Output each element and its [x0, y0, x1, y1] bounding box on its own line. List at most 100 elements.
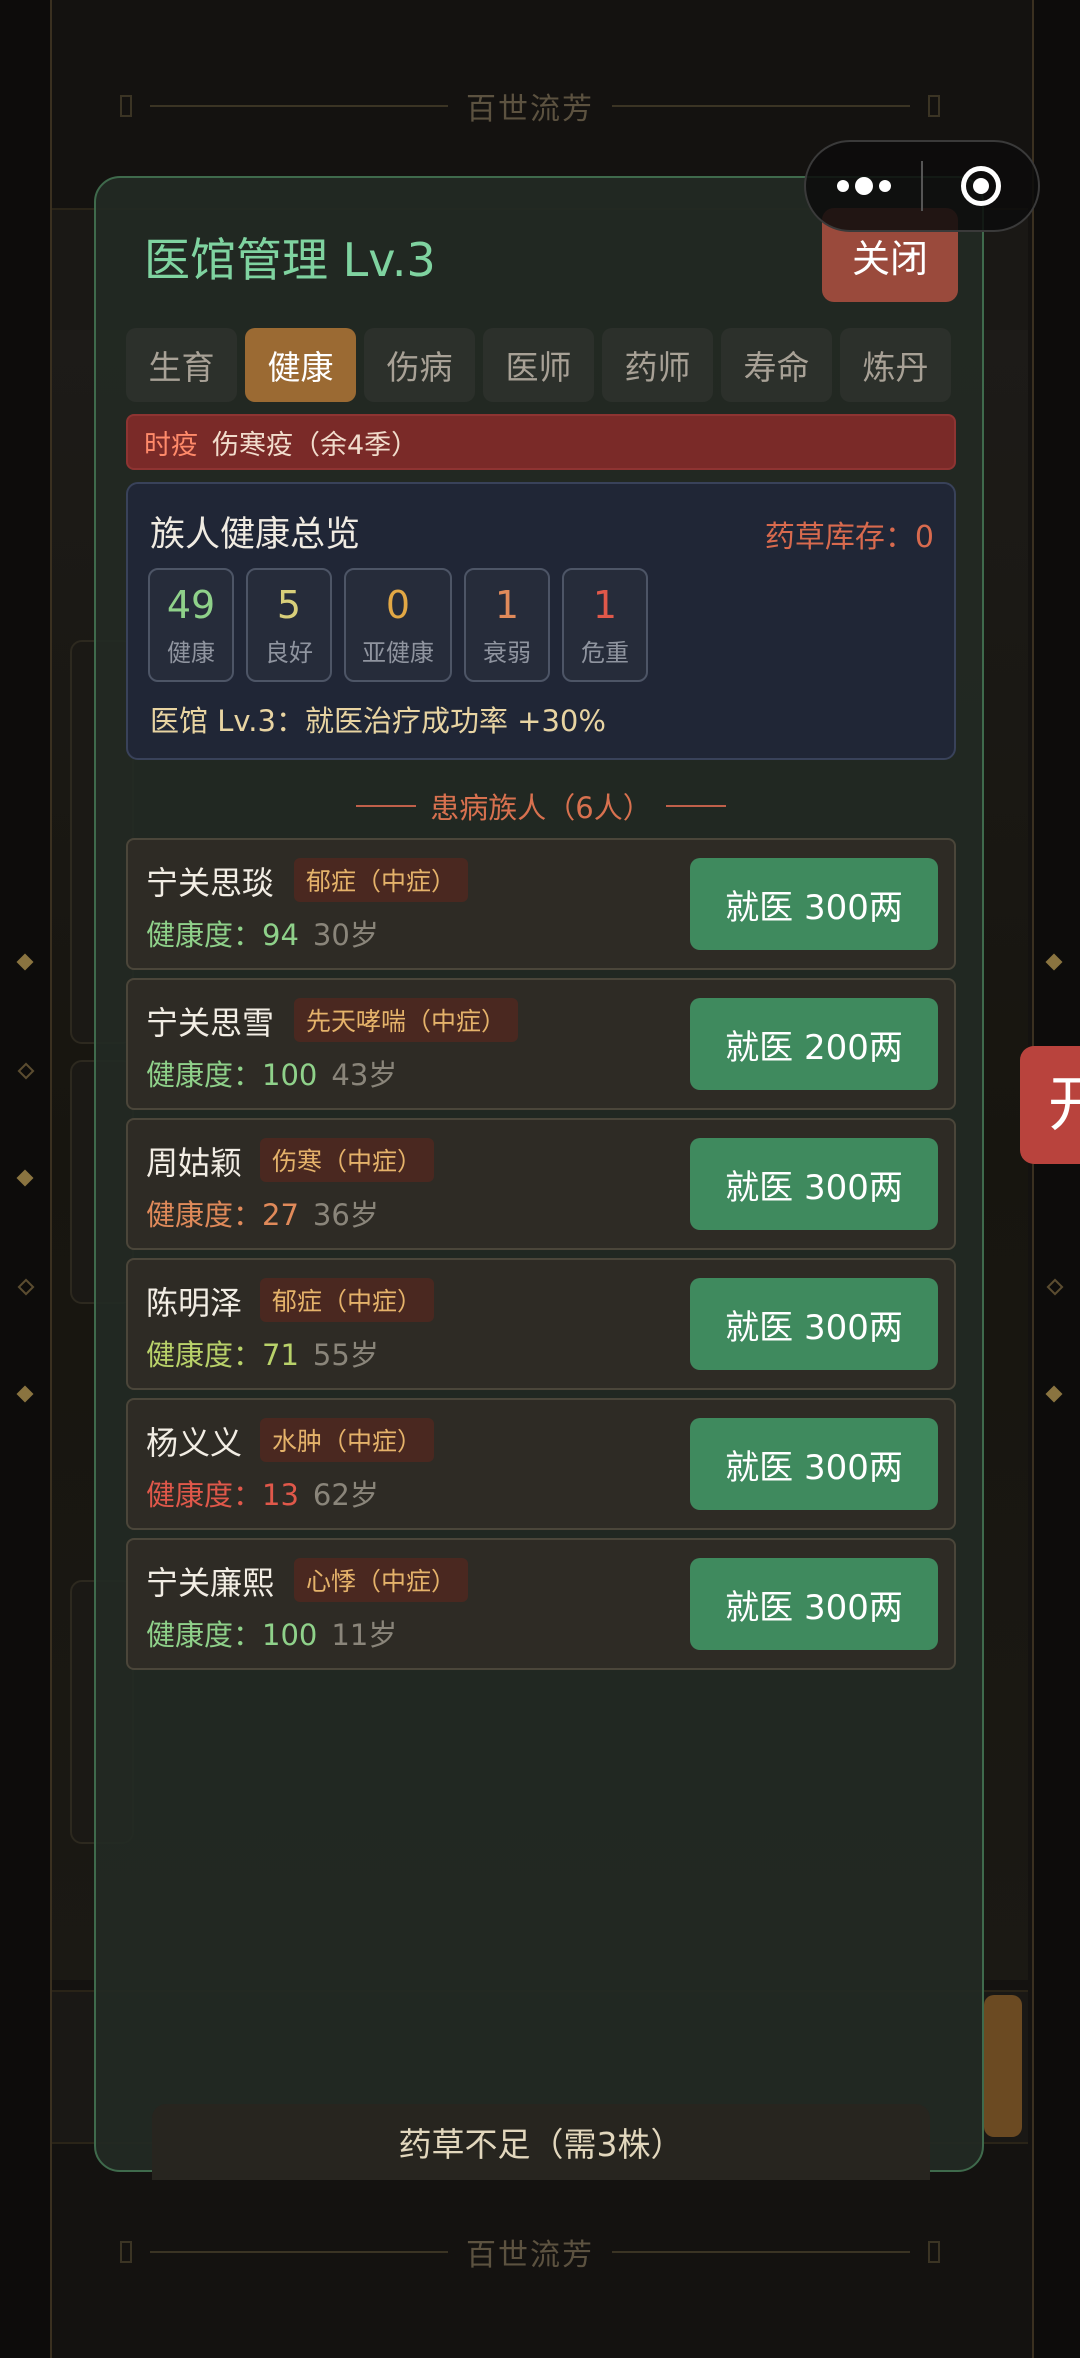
patient-health: 健康度：100 43岁 [146, 1052, 397, 1094]
patient-row: 宁关思雪 先天哮喘（中症） 健康度：100 43岁 就医 200两 [126, 978, 956, 1110]
health-label: 健康度： [146, 1478, 263, 1512]
stat-value: 1 [592, 582, 618, 627]
miniprogram-capsule [804, 140, 1040, 232]
health-value: 100 [262, 1618, 318, 1652]
stat-value: 49 [166, 582, 216, 627]
diamond-ornament-icon [16, 1385, 34, 1403]
patient-name: 宁关廉熙 [146, 1564, 275, 1602]
stat-value: 0 [385, 582, 411, 627]
stat-label: 危重 [581, 638, 629, 667]
patient-health: 健康度：100 11岁 [146, 1612, 397, 1654]
patient-health: 健康度：71 55岁 [146, 1332, 379, 1374]
banner-line [612, 105, 910, 107]
patient-age: 55岁 [312, 1338, 379, 1372]
patient-name: 陈明泽 [146, 1284, 243, 1322]
patient-name: 周姑颖 [146, 1144, 243, 1182]
sick-members-title: 患病族人（6人） [430, 791, 652, 825]
patient-health: 健康度：27 36岁 [146, 1192, 379, 1234]
stat-critical: 1 危重 [562, 568, 648, 682]
stat-value: 1 [494, 582, 520, 627]
tab-health[interactable]: 健康 [245, 328, 356, 402]
health-stats: 49 健康 5 良好 0 亚健康 1 衰弱 1 危重 [148, 568, 648, 682]
health-label: 健康度： [146, 1338, 263, 1372]
tab-birth[interactable]: 生育 [126, 328, 237, 402]
sick-members-header: 患病族人（6人） [126, 786, 956, 826]
epidemic-label: 时疫 [144, 429, 198, 461]
banner-line [612, 2251, 910, 2253]
patient-row: 宁关思琰 郁症（中症） 健康度：94 30岁 就医 300两 [126, 838, 956, 970]
diamond-ornament-icon [16, 953, 34, 971]
patient-health: 健康度：94 30岁 [146, 912, 379, 954]
treat-button[interactable]: 就医 300两 [690, 1278, 938, 1370]
banner-line [150, 2251, 448, 2253]
stat-weak: 1 衰弱 [464, 568, 550, 682]
health-value: 94 [262, 918, 299, 952]
header-line [356, 805, 417, 807]
bottom-banner: 百世流芳 [120, 2232, 940, 2273]
patient-list: 宁关思琰 郁症（中症） 健康度：94 30岁 就医 300两 宁关思雪 先天哮喘（… [126, 838, 956, 1678]
tab-bar: 生育 健康 伤病 医师 药师 寿命 炼丹 [126, 328, 951, 402]
stat-label: 衰弱 [483, 638, 531, 667]
illness-badge: 郁症（中症） [260, 1278, 435, 1322]
tab-lifespan[interactable]: 寿命 [721, 328, 832, 402]
banner-cap-left [120, 95, 132, 117]
diamond-ornament-icon [1046, 1278, 1064, 1296]
patient-row: 陈明泽 郁症（中症） 健康度：71 55岁 就医 300两 [126, 1258, 956, 1390]
banner-cap-right [928, 95, 940, 117]
tab-alchemy[interactable]: 炼丹 [840, 328, 951, 402]
epidemic-value: 伤寒疫（余4季） [212, 429, 419, 461]
stat-label: 健康 [167, 638, 215, 667]
banner-text: 百世流芳 [466, 2238, 594, 2273]
patient-age: 36岁 [312, 1198, 379, 1232]
treat-button[interactable]: 就医 300两 [690, 1138, 938, 1230]
banner-cap-right [928, 2241, 940, 2263]
patient-row: 杨义义 水肿（中症） 健康度：13 62岁 就医 300两 [126, 1398, 956, 1530]
side-drawer-tab[interactable]: 开 [1020, 1046, 1080, 1164]
stat-subhealthy: 0 亚健康 [344, 568, 452, 682]
patient-health: 健康度：13 62岁 [146, 1472, 379, 1514]
health-overview-card: 族人健康总览 药草库存：0 49 健康 5 良好 0 亚健康 1 衰弱 1 危重 [126, 482, 956, 760]
illness-badge: 心悸（中症） [294, 1558, 469, 1602]
health-label: 健康度： [146, 1198, 263, 1232]
banner-cap-left [120, 2241, 132, 2263]
treat-button[interactable]: 就医 300两 [690, 1418, 938, 1510]
herb-shortage-notice: 药草不足（需3株） [152, 2104, 930, 2180]
patient-age: 11岁 [331, 1618, 398, 1652]
modal-title: 医馆管理 Lv.3 [144, 233, 436, 287]
treat-button[interactable]: 就医 300两 [690, 1558, 938, 1650]
health-value: 27 [262, 1198, 299, 1232]
health-value: 13 [262, 1478, 299, 1512]
patient-age: 30岁 [312, 918, 379, 952]
diamond-ornament-icon [17, 1278, 35, 1296]
clinic-management-modal: 医馆管理 Lv.3 关闭 生育 健康 伤病 医师 药师 寿命 炼丹 时疫 伤寒疫… [94, 176, 984, 2180]
illness-badge: 水肿（中症） [260, 1418, 435, 1462]
more-menu-icon[interactable] [806, 177, 921, 195]
health-value: 100 [262, 1058, 318, 1092]
health-value: 71 [262, 1338, 299, 1372]
banner-line [150, 105, 448, 107]
header-line [665, 805, 726, 807]
overview-title: 族人健康总览 [150, 515, 361, 555]
stat-value: 5 [276, 582, 302, 627]
diamond-ornament-icon [17, 1062, 35, 1080]
banner-text: 百世流芳 [466, 92, 594, 127]
stat-label: 良好 [265, 638, 313, 667]
patient-row: 宁关廉熙 心悸（中症） 健康度：100 11岁 就医 300两 [126, 1538, 956, 1670]
patient-name: 杨义义 [146, 1424, 243, 1462]
illness-badge: 先天哮喘（中症） [294, 998, 519, 1042]
tab-physician[interactable]: 医师 [483, 328, 594, 402]
stat-label: 亚健康 [362, 638, 434, 667]
diamond-ornament-icon [1045, 953, 1063, 971]
treat-button[interactable]: 就医 300两 [690, 858, 938, 950]
diamond-ornament-icon [1045, 1385, 1063, 1403]
tab-pharmacist[interactable]: 药师 [602, 328, 713, 402]
exit-target-icon[interactable] [923, 166, 1038, 206]
health-label: 健康度： [146, 1058, 263, 1092]
clinic-effect: 医馆 Lv.3：就医治疗成功率 +30% [150, 704, 606, 738]
diamond-ornament-icon [16, 1169, 34, 1187]
tab-injury[interactable]: 伤病 [364, 328, 475, 402]
stat-good: 5 良好 [246, 568, 332, 682]
background-season-button[interactable] [984, 1995, 1022, 2137]
illness-badge: 伤寒（中症） [260, 1138, 435, 1182]
treat-button[interactable]: 就医 200两 [690, 998, 938, 1090]
